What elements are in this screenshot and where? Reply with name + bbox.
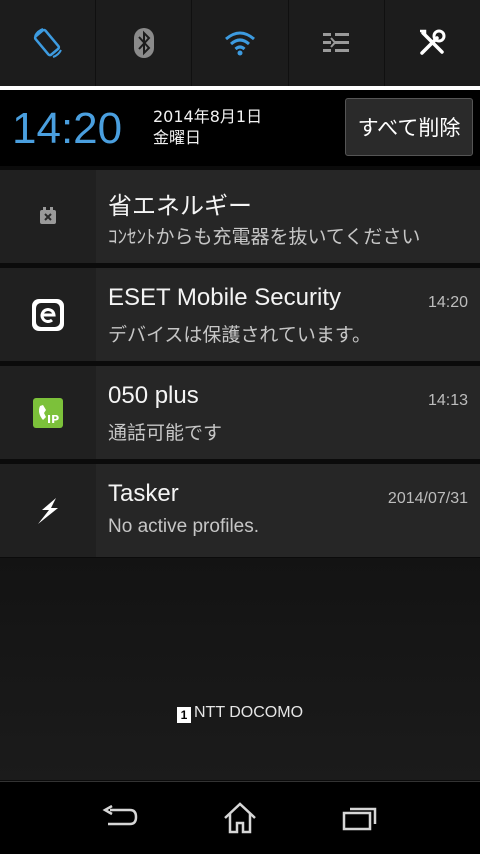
notification-title: 省エネルギー [108, 193, 252, 220]
eset-icon [32, 298, 64, 331]
quick-settings-bar [0, 0, 480, 86]
notification-battery-saver[interactable]: 省エネルギー ｺﾝｾﾝﾄからも充電器を抜いてください [0, 170, 480, 263]
recents-icon [342, 807, 377, 831]
sound-settings-icon [323, 33, 350, 52]
notification-050-plus[interactable]: IP 050 plus 通話可能です 14:13 [0, 366, 480, 459]
notification-text: 通話可能です [108, 423, 223, 444]
notification-title: ESET Mobile Security [108, 284, 341, 311]
back-icon [102, 805, 138, 826]
notification-tasker[interactable]: Tasker No active profiles. 2014/07/31 [0, 464, 480, 557]
clear-all-button[interactable]: すべて削除 [345, 98, 473, 156]
notification-title: 050 plus [108, 382, 199, 409]
auto-rotate-toggle[interactable] [0, 0, 97, 86]
notification-icon-area [0, 170, 96, 263]
notification-icon-area [0, 464, 96, 557]
notification-title: Tasker [108, 480, 179, 507]
sound-settings-toggle[interactable] [289, 0, 385, 86]
settings-shortcut[interactable] [385, 0, 480, 86]
notification-time: 2014/07/31 [387, 490, 468, 507]
carrier-name: NTT DOCOMO [193, 704, 304, 721]
notification-text: No active profiles. [108, 516, 260, 537]
clock: 14:20 [12, 104, 123, 153]
notification-icon-area [0, 268, 96, 361]
wifi-icon [225, 31, 255, 56]
050-plus-icon: IP [33, 397, 63, 428]
notification-time: 14:13 [427, 392, 468, 409]
recents-button[interactable] [330, 796, 390, 840]
sim-slot-badge: 1 [176, 707, 191, 723]
notification-text: デバイスは保護されています。 [108, 325, 371, 346]
date: 2014年8月1日 金曜日 [153, 106, 262, 148]
back-button[interactable] [90, 796, 150, 840]
notification-eset[interactable]: ESET Mobile Security デバイスは保護されています。 14:2… [0, 268, 480, 361]
notification-icon-area: IP [0, 366, 96, 459]
wifi-toggle[interactable] [192, 0, 289, 86]
carrier-label: 1 NTT DOCOMO [0, 704, 480, 723]
battery-saver-icon [40, 206, 56, 224]
navigation-bar [0, 781, 480, 854]
home-background [0, 558, 480, 780]
tasker-icon [38, 497, 58, 524]
home-icon [224, 802, 256, 834]
notification-text: ｺﾝｾﾝﾄからも充電器を抜いてください [108, 227, 421, 248]
weekday-line: 金曜日 [153, 128, 202, 147]
svg-text:IP: IP [47, 413, 59, 426]
screen-rotation-icon [33, 28, 62, 58]
bluetooth-icon [133, 28, 154, 58]
bluetooth-toggle[interactable] [96, 0, 193, 86]
notification-time: 14:20 [427, 294, 468, 311]
date-line: 2014年8月1日 [153, 107, 263, 126]
tools-icon [420, 29, 446, 55]
home-button[interactable] [210, 796, 270, 840]
